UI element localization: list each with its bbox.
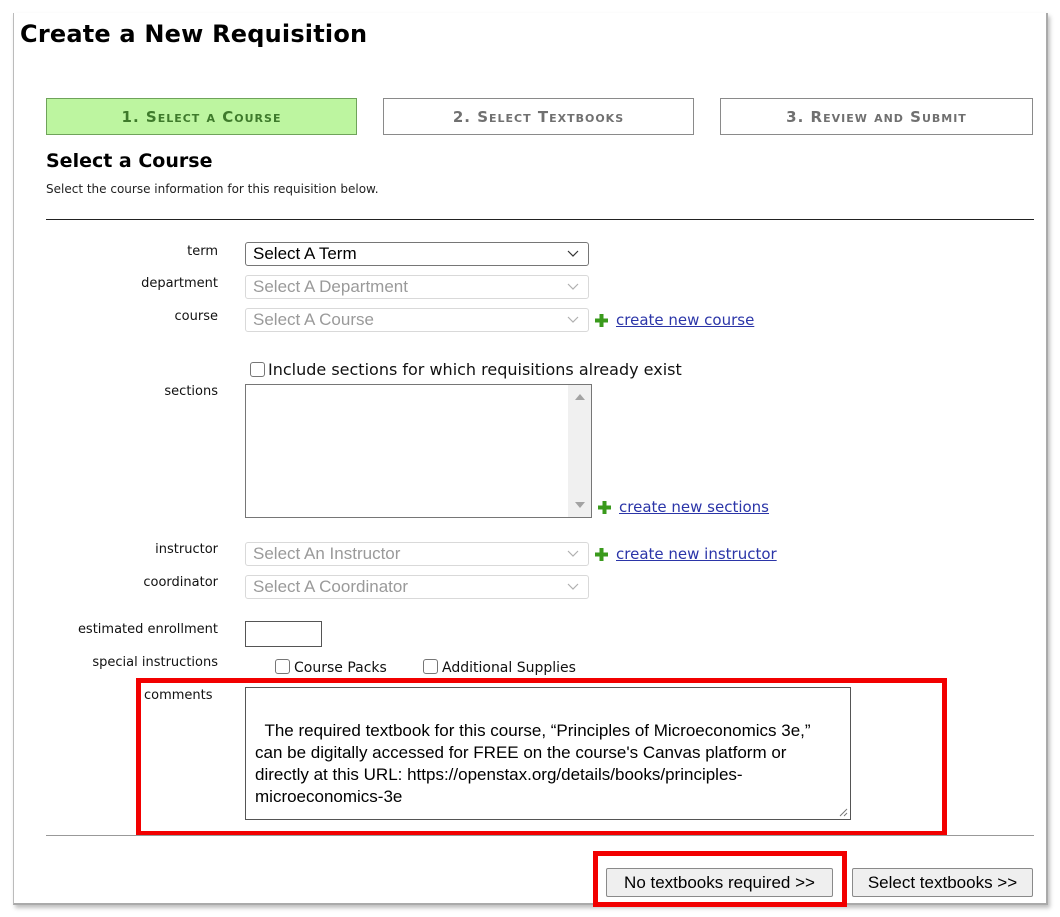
term-select-value: Select A Term [253,244,357,263]
create-new-sections-link-group: create new sections [598,498,769,516]
chevron-down-icon [567,583,579,590]
divider [46,835,1034,836]
additional-supplies-option: Additional Supplies [423,659,576,676]
chevron-down-icon [567,250,579,257]
page-title: Create a New Requisition [20,20,368,48]
step-select-course[interactable]: 1. Select a Course [46,98,357,135]
include-existing-row: Include sections for which requisitions … [250,360,682,379]
sections-listbox[interactable] [245,384,592,518]
course-select[interactable]: Select A Course [245,308,589,332]
department-select[interactable]: Select A Department [245,275,589,299]
step-label: 2. Select Textbooks [452,107,625,126]
include-existing-checkbox[interactable] [250,362,265,377]
create-new-course-link[interactable]: create new course [616,311,754,329]
comments-text: The required textbook for this course, “… [255,721,816,806]
sections-label: sections [164,384,218,399]
plus-icon [595,313,608,327]
section-description: Select the course information for this r… [46,182,379,196]
instructor-select-value: Select An Instructor [253,544,401,563]
term-select[interactable]: Select A Term [245,242,589,266]
resize-grip-icon[interactable] [838,807,848,817]
department-select-value: Select A Department [253,277,408,296]
estimated-enrollment-label: estimated enrollment [77,622,218,637]
chevron-down-icon [567,316,579,323]
create-new-instructor-link[interactable]: create new instructor [616,545,777,563]
coordinator-label: coordinator [143,575,218,590]
create-new-sections-link[interactable]: create new sections [619,498,769,516]
scrollbar[interactable] [568,385,591,517]
step-review-submit[interactable]: 3. Review and Submit [720,98,1033,135]
course-packs-label: Course Packs [294,660,387,676]
course-packs-option: Course Packs [275,659,387,676]
scroll-down-icon[interactable] [575,502,585,508]
coordinator-select-value: Select A Coordinator [253,577,408,596]
step-label: 3. Review and Submit [786,107,967,126]
step-label: 1. Select a Course [121,107,282,126]
additional-supplies-label: Additional Supplies [442,660,576,676]
divider [46,219,1034,220]
chevron-down-icon [567,550,579,557]
include-existing-label: Include sections for which requisitions … [268,360,682,379]
course-packs-checkbox[interactable] [275,659,290,674]
chevron-down-icon [567,283,579,290]
select-textbooks-button[interactable]: Select textbooks >> [852,868,1033,897]
coordinator-select[interactable]: Select A Coordinator [245,575,589,599]
create-new-instructor-link-group: create new instructor [595,545,777,563]
course-label: course [174,309,218,324]
plus-icon [598,500,611,514]
course-select-value: Select A Course [253,310,374,329]
no-textbooks-required-button[interactable]: No textbooks required >> [606,868,833,897]
scroll-up-icon[interactable] [575,394,585,400]
comments-textarea[interactable]: The required textbook for this course, “… [245,687,851,820]
estimated-enrollment-input[interactable] [245,621,322,647]
department-label: department [141,276,218,291]
wizard-steps: 1. Select a Course 2. Select Textbooks 3… [46,98,1033,137]
term-label: term [187,244,218,259]
special-instructions-label: special instructions [92,655,218,670]
section-title: Select a Course [46,150,213,172]
instructor-label: instructor [155,542,218,557]
instructor-select[interactable]: Select An Instructor [245,542,589,566]
create-new-course-link-group: create new course [595,311,754,329]
comments-label: comments [144,688,213,703]
step-select-textbooks[interactable]: 2. Select Textbooks [383,98,694,135]
additional-supplies-checkbox[interactable] [423,659,438,674]
plus-icon [595,547,608,561]
